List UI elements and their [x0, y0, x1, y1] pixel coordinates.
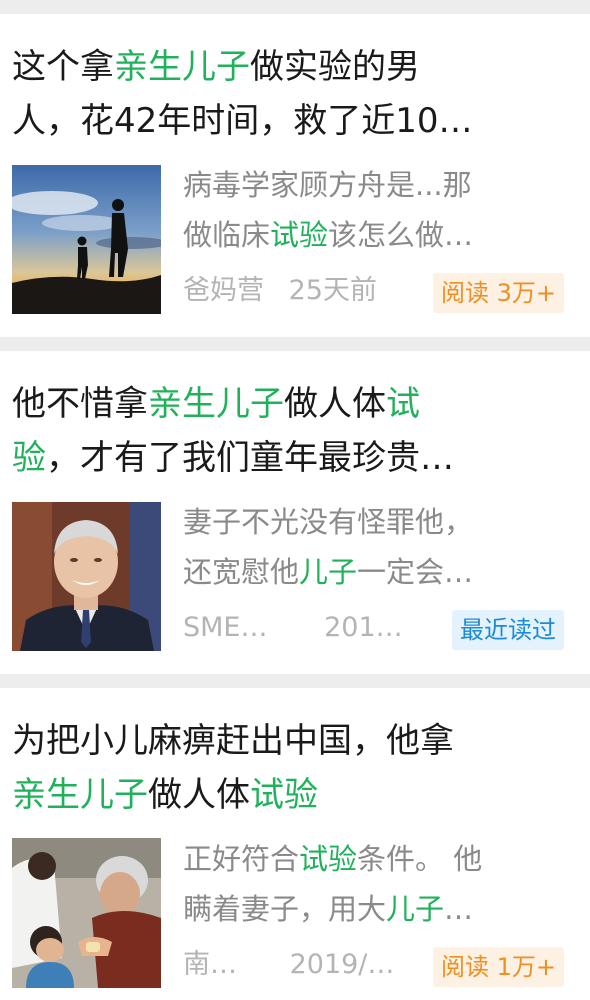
snippet-line: 还宽慰他儿子一定会…: [183, 547, 543, 597]
article-snippet: 病毒学家顾方舟是...那 做临床试验该怎么做…: [183, 160, 543, 260]
article-meta: SME… 201…: [183, 606, 419, 650]
title-line: 亲生儿子做人体试验: [12, 768, 558, 822]
keyword-highlight: 儿子: [299, 555, 358, 589]
text-segment: 做实验的男: [250, 47, 420, 87]
article-meta: 南… 2019/…: [183, 943, 410, 987]
keyword-highlight: 亲生儿子: [114, 47, 250, 87]
keyword-highlight: 儿子: [386, 892, 445, 926]
text-segment: 做人体: [284, 384, 386, 424]
text-segment: 病毒学家顾方舟是...那: [183, 168, 472, 202]
text-segment: 为把小儿麻痹赶出中国，他拿: [12, 721, 454, 761]
article-title[interactable]: 他不惜拿亲生儿子做人体试 验，才有了我们童年最珍贵…: [12, 377, 558, 485]
keyword-highlight: 试验: [270, 218, 329, 252]
recently-read-badge: 最近读过: [452, 610, 564, 650]
snippet-line: 正好符合试验条件。 他: [183, 834, 543, 884]
text-segment: 一定会…: [357, 555, 474, 589]
doctor-feeding-child-photo: [12, 838, 161, 988]
text-segment: 妻子不光没有怪罪他，: [183, 505, 474, 539]
title-line: 人，花42年时间，救了近10…: [12, 94, 558, 148]
snippet-line: 做临床试验该怎么做…: [183, 210, 543, 260]
article-thumbnail[interactable]: [12, 165, 161, 314]
article-card[interactable]: 他不惜拿亲生儿子做人体试 验，才有了我们童年最珍贵… 妻子不光没有怪罪他， 还宽: [0, 351, 590, 674]
text-segment: 做临床: [183, 218, 271, 252]
text-segment: 瞒着妻子，用大: [183, 892, 387, 926]
article-title[interactable]: 为把小儿麻痹赶出中国，他拿 亲生儿子做人体试验: [12, 714, 558, 822]
read-count-badge: 阅读 1万+: [432, 947, 564, 987]
snippet-line: 妻子不光没有怪罪他，: [183, 497, 543, 547]
text-segment: 条件。 他: [357, 842, 483, 876]
search-results-feed: 这个拿亲生儿子做实验的男 人，花42年时间，救了近10… 病毒学家顾方舟是...…: [0, 0, 590, 1000]
title-line: 验，才有了我们童年最珍贵…: [12, 431, 558, 485]
article-meta: 爸妈营 25天前: [183, 269, 393, 313]
title-line: 他不惜拿亲生儿子做人体试: [12, 377, 558, 431]
text-segment: ，才有了我们童年最珍贵…: [46, 438, 454, 478]
elderly-man-portrait-photo: [12, 502, 161, 651]
keyword-highlight: 试: [386, 384, 420, 424]
text-segment: 人，花42年时间，救了近10…: [12, 101, 473, 141]
text-segment: 做人体: [148, 775, 250, 815]
title-line: 这个拿亲生儿子做实验的男: [12, 40, 558, 94]
read-count-badge: 阅读 3万+: [432, 273, 564, 313]
keyword-highlight: 试验: [250, 775, 318, 815]
article-snippet: 妻子不光没有怪罪他， 还宽慰他儿子一定会…: [183, 497, 543, 597]
source-name[interactable]: 爸妈营: [183, 275, 264, 306]
text-segment: …: [444, 892, 474, 926]
snippet-line: 瞒着妻子，用大儿子…: [183, 884, 543, 934]
text-segment: 他不惜拿: [12, 384, 148, 424]
source-name[interactable]: SME…: [183, 612, 268, 643]
article-card[interactable]: 这个拿亲生儿子做实验的男 人，花42年时间，救了近10… 病毒学家顾方舟是...…: [0, 14, 590, 337]
article-thumbnail[interactable]: [12, 838, 161, 988]
article-thumbnail[interactable]: [12, 502, 161, 651]
silhouette-sunset-photo: [12, 165, 161, 314]
publish-time: 25天前: [288, 275, 377, 306]
article-title[interactable]: 这个拿亲生儿子做实验的男 人，花42年时间，救了近10…: [12, 40, 558, 148]
snippet-line: 病毒学家顾方舟是...那: [183, 160, 543, 210]
keyword-highlight: 试验: [299, 842, 358, 876]
keyword-highlight: 亲生儿子: [12, 775, 148, 815]
source-name[interactable]: 南…: [183, 949, 237, 980]
text-segment: 还宽慰他: [183, 555, 300, 589]
article-card[interactable]: 为把小儿麻痹赶出中国，他拿 亲生儿子做人体试验 正好符合试验条件。 他 瞒着妻子: [0, 688, 590, 1000]
publish-time: 201…: [324, 612, 403, 643]
text-segment: 正好符合: [183, 842, 300, 876]
keyword-highlight: 亲生儿子: [148, 384, 284, 424]
title-line: 为把小儿麻痹赶出中国，他拿: [12, 714, 558, 768]
article-snippet: 正好符合试验条件。 他 瞒着妻子，用大儿子…: [183, 834, 543, 934]
text-segment: 这个拿: [12, 47, 114, 87]
text-segment: 该怎么做…: [328, 218, 474, 252]
keyword-highlight: 验: [12, 438, 46, 478]
publish-time: 2019/…: [289, 949, 395, 980]
